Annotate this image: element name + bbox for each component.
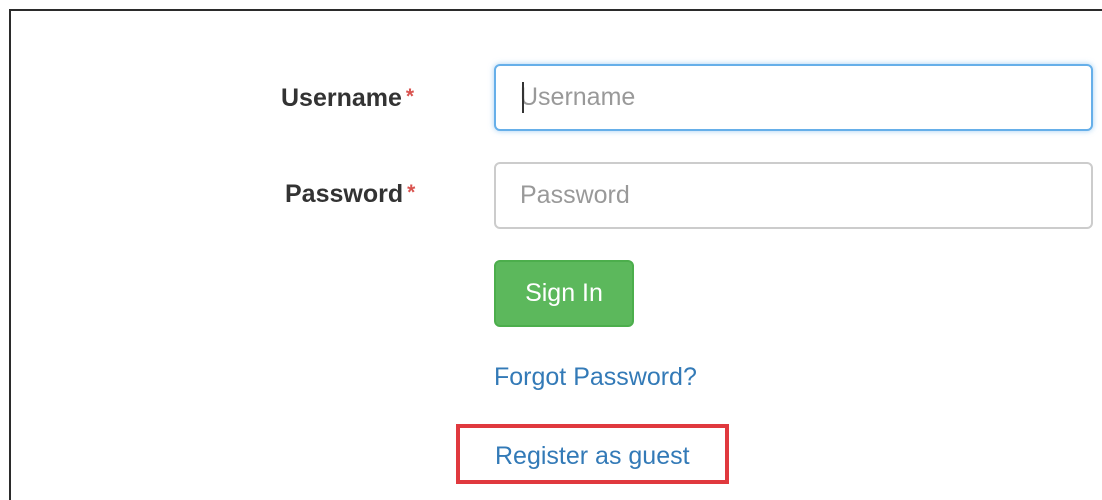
forgot-password-link[interactable]: Forgot Password? — [494, 363, 697, 392]
password-label: Password * — [285, 180, 415, 209]
register-guest-highlight — [456, 424, 729, 484]
text-caret — [522, 82, 524, 113]
sign-in-button[interactable]: Sign In — [494, 260, 634, 327]
username-label-text: Username — [281, 84, 402, 112]
password-label-text: Password — [285, 180, 404, 208]
password-required-mark: * — [407, 181, 416, 204]
password-input[interactable] — [494, 162, 1093, 229]
username-label: Username * — [281, 84, 414, 113]
username-input[interactable] — [494, 64, 1093, 131]
username-required-mark: * — [405, 85, 415, 108]
